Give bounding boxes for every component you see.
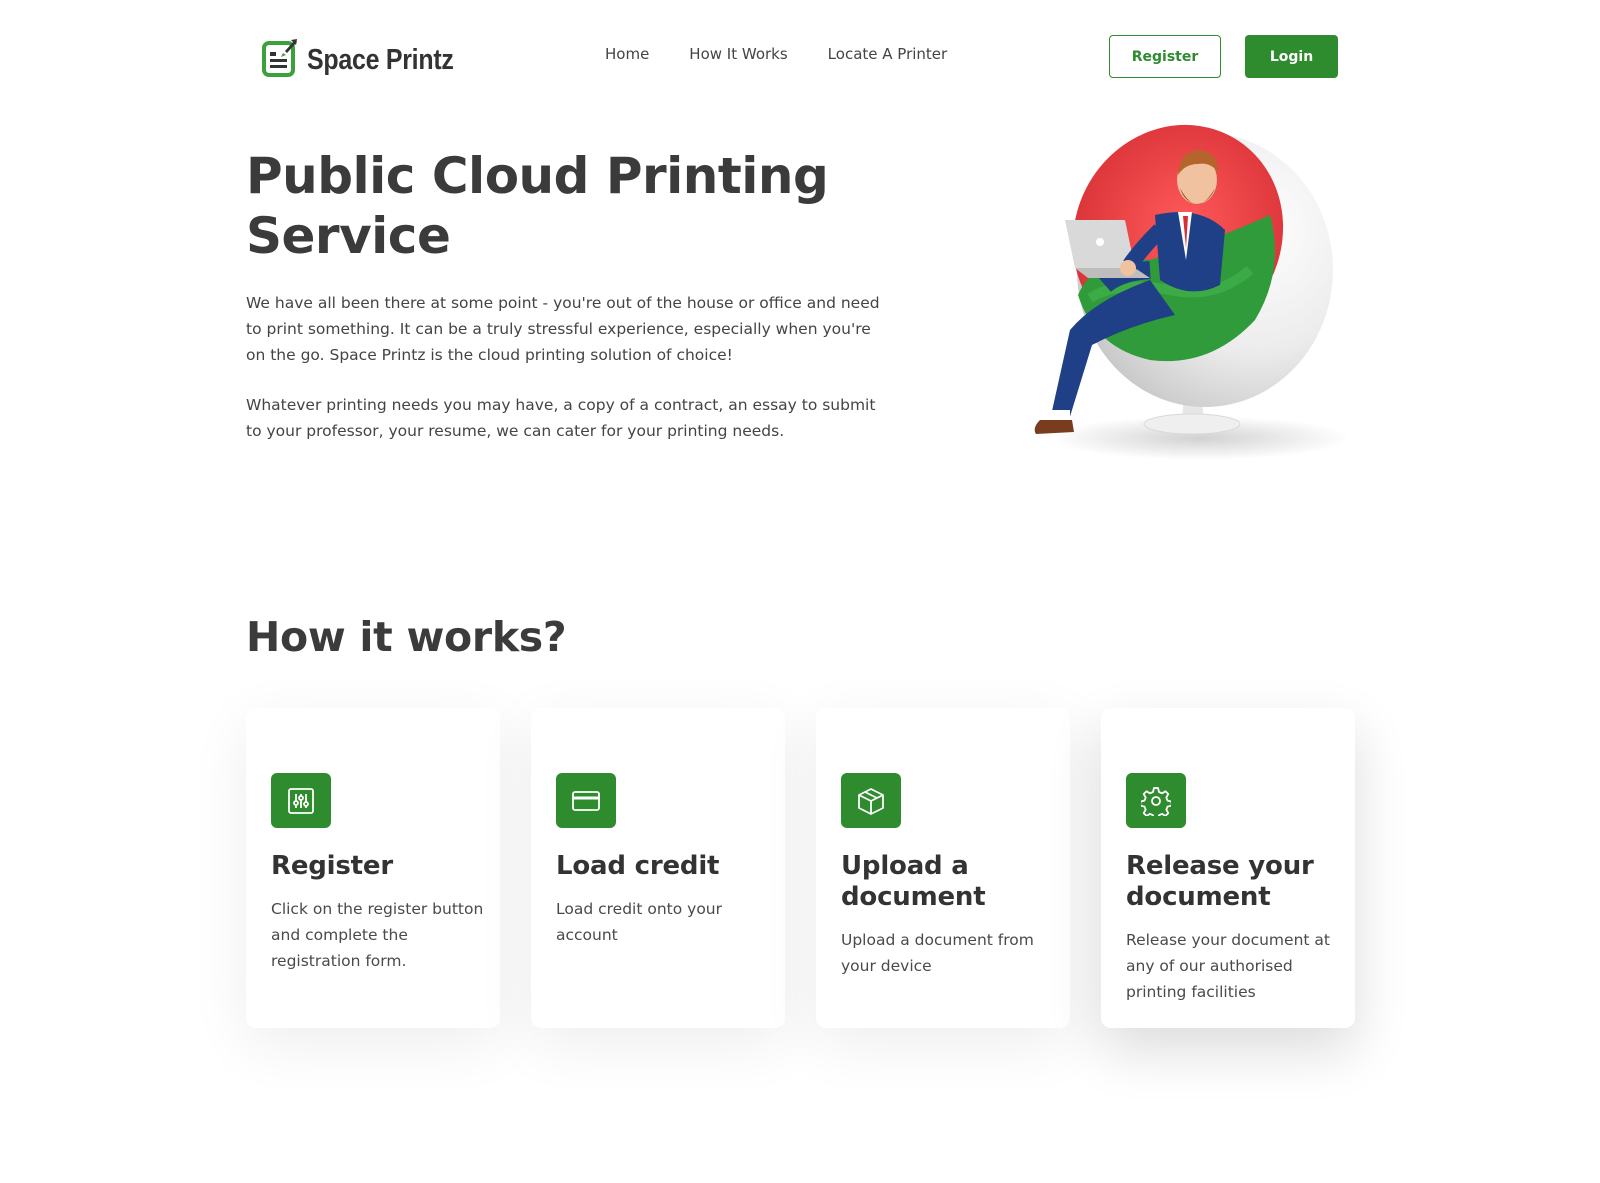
step-description: Click on the register button and complet… <box>271 900 484 970</box>
brand-name: Space Printz <box>307 43 454 76</box>
step-description: Release your document at any of our auth… <box>1126 931 1330 1001</box>
box-icon <box>841 773 901 828</box>
credit-card-icon <box>556 773 616 828</box>
step-title: Upload a document <box>841 851 986 912</box>
register-button[interactable]: Register <box>1109 35 1221 78</box>
hero-paragraph: We have all been there at some point - y… <box>246 294 880 364</box>
login-button[interactable]: Login <box>1245 35 1338 78</box>
section-title-how-it-works: How it works? <box>246 613 567 661</box>
step-description: Upload a document from your device <box>841 931 1034 975</box>
step-title: Load credit <box>556 851 720 881</box>
hero-illustration <box>1000 120 1360 470</box>
step-title: Register <box>271 851 393 881</box>
step-title: Release your document <box>1126 851 1314 912</box>
gear-icon <box>1126 773 1186 828</box>
document-rocket-icon <box>261 37 301 83</box>
nav-item-how-it-works[interactable]: How It Works <box>689 45 787 63</box>
step-card-upload: Upload a document Upload a document from… <box>816 708 1070 1028</box>
step-card-release: Release your document Release your docum… <box>1101 708 1355 1028</box>
sliders-icon <box>271 773 331 828</box>
step-description: Load credit onto your account <box>556 900 722 944</box>
site-header: Space Printz Home How It Works Locate A … <box>0 0 1600 112</box>
nav-item-locate-printer[interactable]: Locate A Printer <box>828 45 948 63</box>
step-card-load-credit: Load credit Load credit onto your accoun… <box>531 708 785 1028</box>
page: Space Printz Home How It Works Locate A … <box>0 0 1600 1183</box>
hero-title: Public Cloud Printing Service <box>246 147 829 265</box>
hero-paragraph: Whatever printing needs you may have, a … <box>246 396 876 440</box>
nav-item-home[interactable]: Home <box>605 45 649 63</box>
steps-grid: Register Click on the register button an… <box>246 708 1355 1028</box>
logo-link[interactable]: Space Printz <box>261 37 477 83</box>
step-card-register: Register Click on the register button an… <box>246 708 500 1028</box>
main-nav: Home How It Works Locate A Printer <box>605 45 947 63</box>
